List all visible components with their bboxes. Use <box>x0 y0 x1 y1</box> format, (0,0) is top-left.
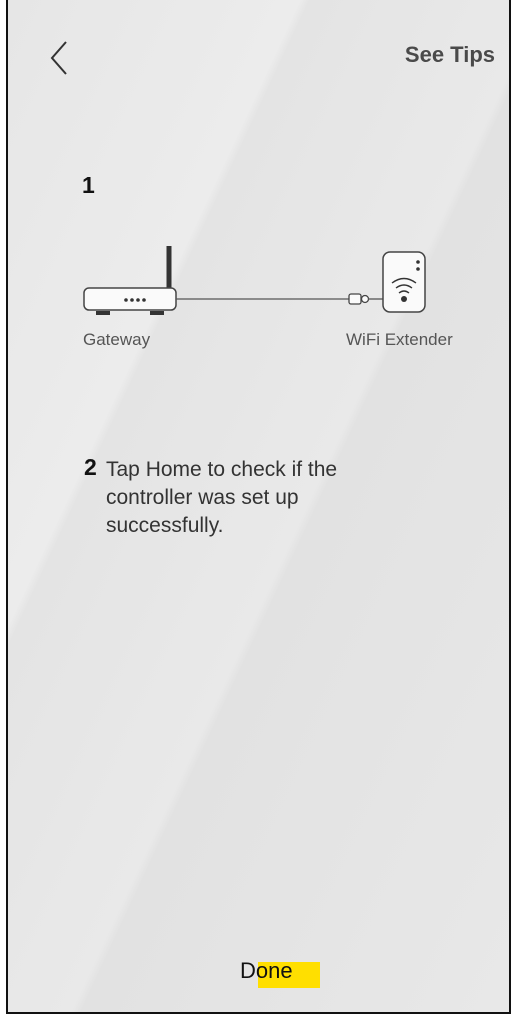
step-2-number: 2 <box>84 454 97 480</box>
wifi-extender-label: WiFi Extender <box>346 330 453 349</box>
done-label: Done <box>240 958 293 983</box>
wifi-extender-icon <box>382 251 426 313</box>
step-2-instruction: Tap Home to check if the controller was … <box>106 458 338 537</box>
back-button[interactable] <box>42 38 76 78</box>
chevron-left-icon <box>50 41 67 75</box>
gateway-label: Gateway <box>83 330 151 349</box>
step-1-number: 1 <box>82 172 95 198</box>
ethernet-cable-icon <box>176 293 383 305</box>
router-icon <box>83 246 177 315</box>
app-screen: See Tips 1 Gateway WiFi Extender 2 Tap H… <box>6 0 511 1014</box>
see-tips-link[interactable]: See Tips <box>405 42 495 68</box>
done-button[interactable]: Done <box>236 952 326 992</box>
